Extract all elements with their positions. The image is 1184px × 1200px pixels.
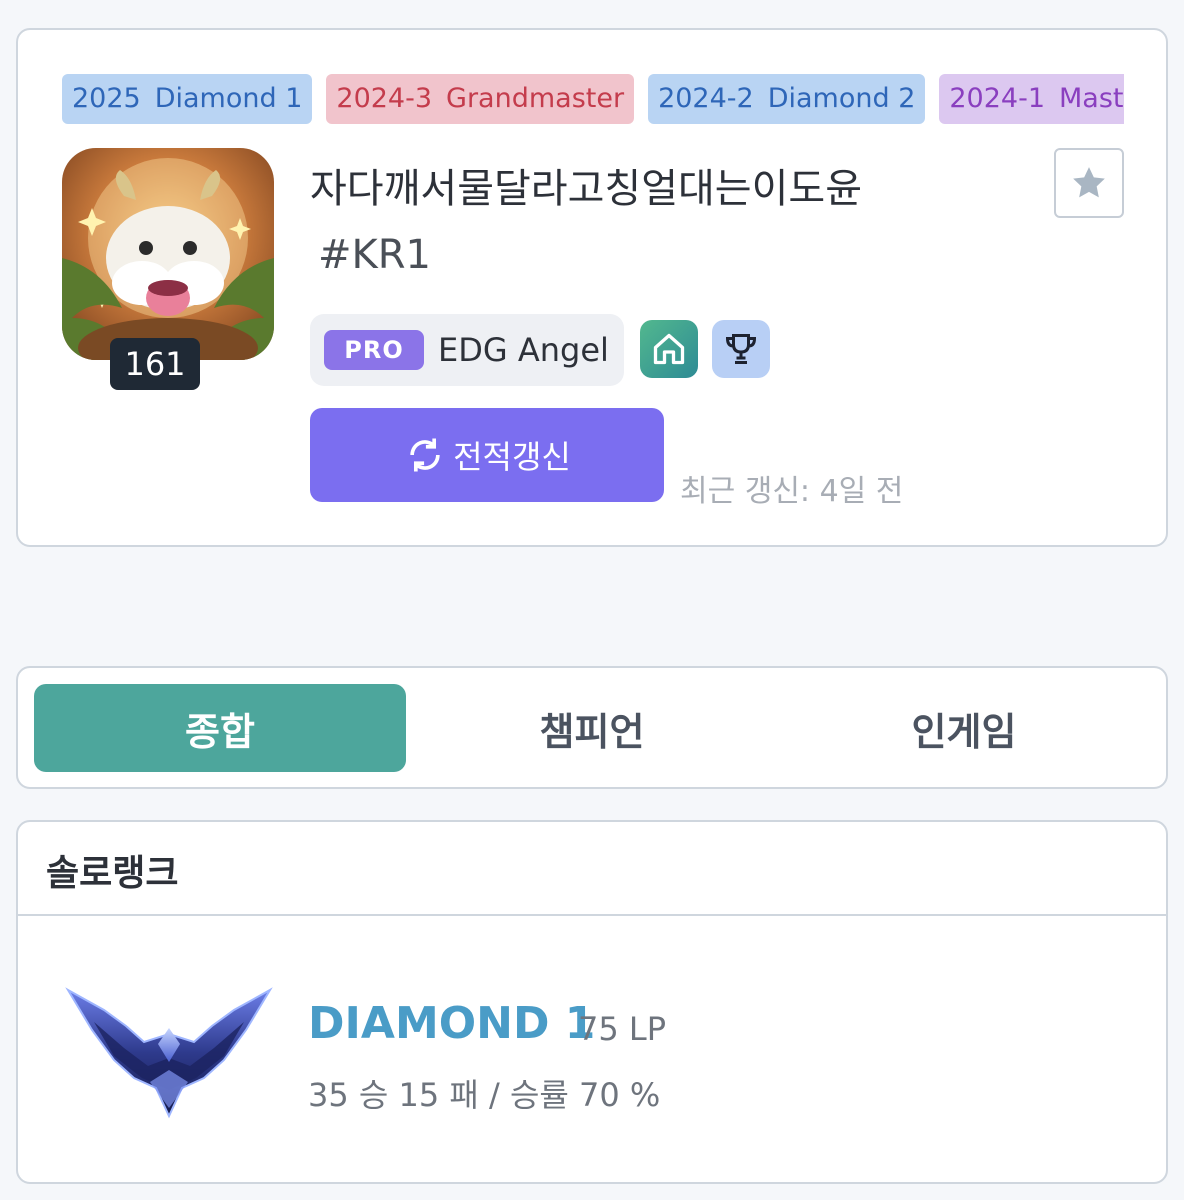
pro-player-name: EDG Angel [438, 331, 609, 369]
season-badge: 2024-1Master [939, 74, 1124, 124]
solo-rank-card: 솔로랭크 DIAMOND 1 75 LP 35 승 15 패 / 승률 70 % [16, 820, 1168, 1184]
refresh-icon [410, 438, 440, 472]
last-updated: 최근 갱신: 4일 전 [680, 474, 904, 509]
profile-card: 2025 Diamond 1 2024-3 Grandmaster 2024-2 Diam… [16, 28, 1168, 547]
summoner-level: 161 [110, 338, 200, 390]
section-title: 솔로랭크 [46, 853, 179, 894]
refresh-button[interactable]: 전적갱신 [310, 408, 664, 502]
trophy-button[interactable] [712, 320, 770, 378]
tab-ingame[interactable]: 인게임 [778, 684, 1150, 772]
rank-tier: DIAMOND 1 [308, 998, 596, 1049]
tab-summary[interactable]: 종합 [34, 684, 406, 772]
summoner-tag: #KR1 [318, 232, 431, 278]
tab-champion[interactable]: 챔피언 [406, 684, 778, 772]
home-button[interactable] [640, 320, 698, 378]
league-points: 75 LP [578, 1010, 667, 1048]
season-badge: 2025 Diamond 1 [62, 74, 313, 124]
tab-bar: 종합 챔피언 인게임 [16, 666, 1168, 789]
divider [18, 914, 1166, 916]
star-icon [1073, 167, 1105, 198]
season-history: 2025 Diamond 1 2024-3 Grandmaster 2024-2 Diam… [62, 74, 1124, 126]
pro-player-tag[interactable]: PRO EDG Angel [310, 314, 624, 386]
trophy-icon [725, 334, 757, 364]
pro-badge: PRO [324, 330, 424, 370]
favorite-button[interactable] [1054, 148, 1124, 218]
refresh-label: 전적갱신 [453, 438, 571, 476]
diamond-emblem-icon [64, 982, 274, 1126]
season-badge: 2024-2 Diamond 2 [648, 74, 926, 124]
profile-icon [62, 148, 274, 360]
win-loss-record: 35 승 15 패 / 승률 70 % [308, 1076, 661, 1114]
season-badge: 2024-3 Grandmaster [326, 74, 635, 124]
house-icon [653, 333, 685, 365]
summoner-name: 자다깨서물달라고칭얼대는이도윤 [310, 166, 862, 212]
